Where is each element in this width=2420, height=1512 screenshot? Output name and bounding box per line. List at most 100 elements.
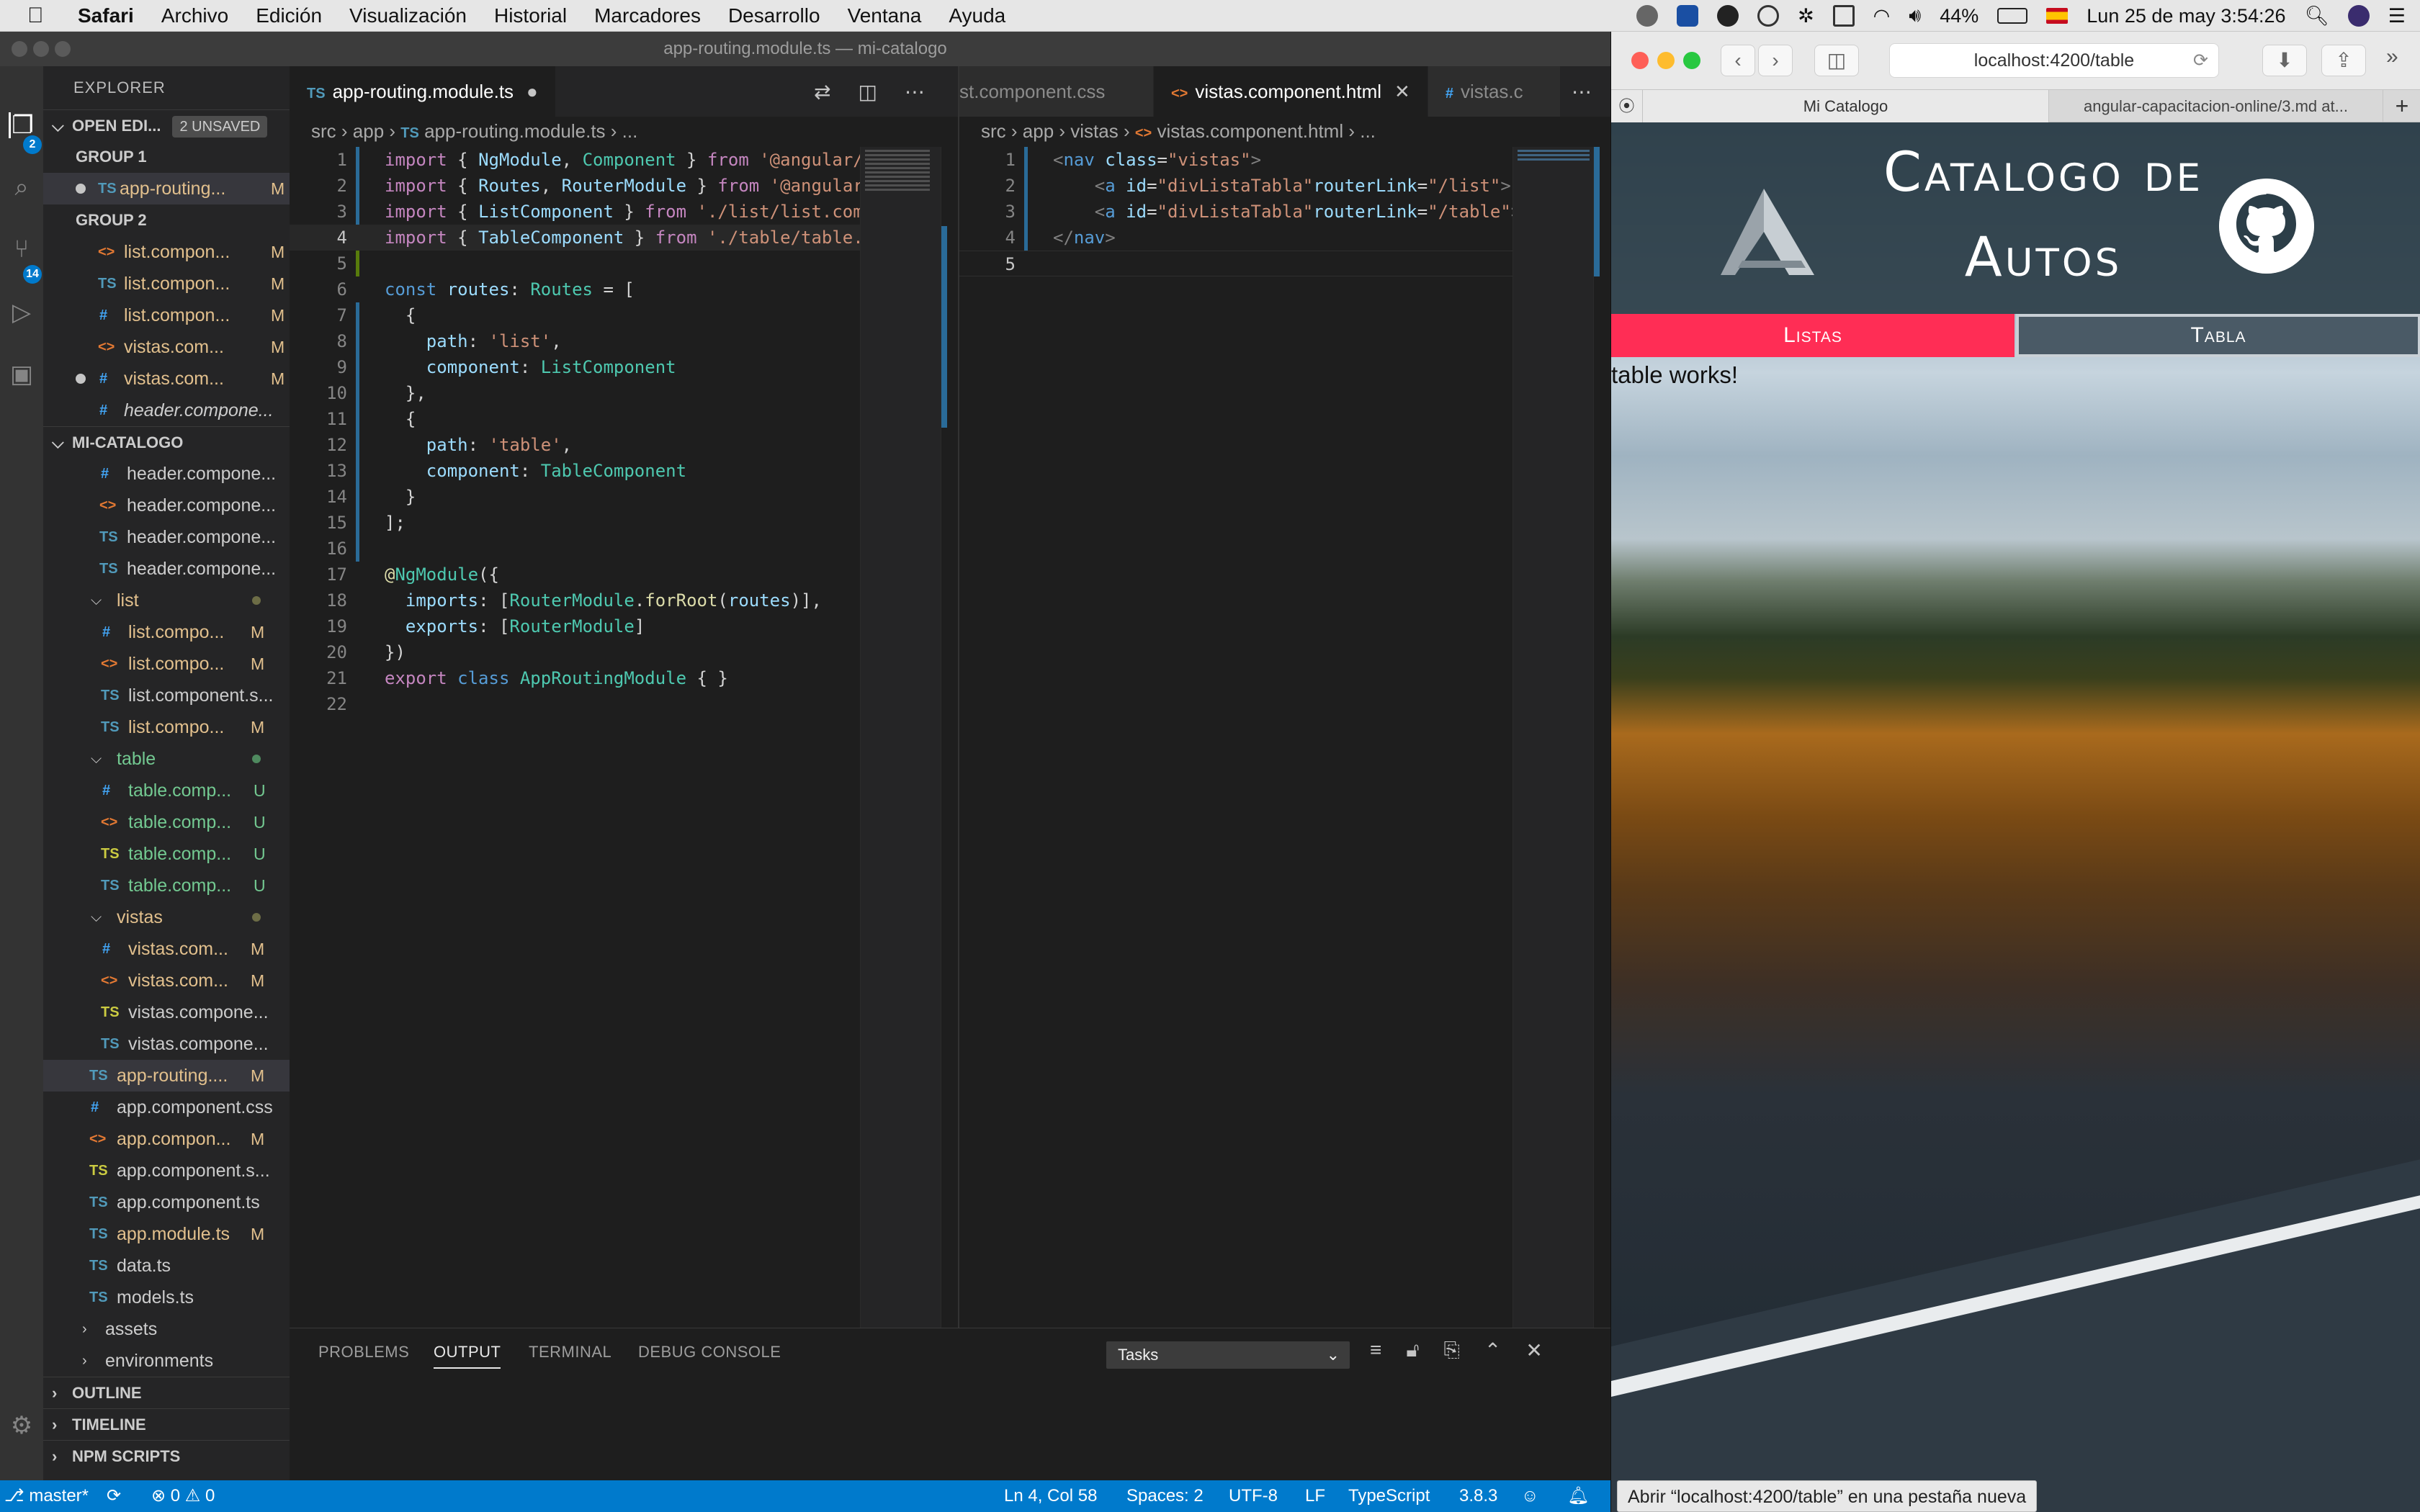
file-item[interactable]: # list.compo... M <box>43 616 290 648</box>
file-item[interactable]: TS header.compone... <box>43 553 290 585</box>
open-editors-section[interactable]: ⌵ OPEN EDI... 2 UNSAVED <box>43 109 290 141</box>
split-editor-icon[interactable]: ◫ <box>858 80 877 104</box>
nav-link-tabla[interactable]: Tabla <box>2016 314 2420 357</box>
file-item[interactable]: <> app.compon... M <box>43 1123 290 1155</box>
tab-terminal[interactable]: TERMINAL <box>529 1328 611 1376</box>
window-zoom-button[interactable] <box>1683 52 1700 69</box>
folder-table[interactable]: ⌵ table <box>43 743 290 775</box>
file-item[interactable]: <> list.compo... M <box>43 648 290 680</box>
tab-list-component-css[interactable]: st.component.css <box>959 66 1154 117</box>
scrollbar-1[interactable] <box>941 147 958 1328</box>
close-icon[interactable]: ✕ <box>1394 81 1410 102</box>
file-item[interactable]: <> header.compone... <box>43 490 290 521</box>
explorer-icon[interactable]: ❐ <box>9 112 35 138</box>
lock-scroll-icon[interactable]: 🔓︎ <box>1406 1338 1419 1362</box>
window-close-button[interactable] <box>12 41 27 57</box>
tab-debug-console[interactable]: DEBUG CONSOLE <box>638 1328 781 1376</box>
file-item[interactable]: TS models.ts <box>43 1282 290 1313</box>
open-editor-item[interactable]: <> list.compon... M <box>43 236 290 268</box>
file-item-selected[interactable]: TS app-routing.... M <box>43 1060 290 1092</box>
tab-problems[interactable]: PROBLEMS <box>318 1328 409 1376</box>
teamviewer-icon[interactable] <box>1677 5 1699 27</box>
volume-icon[interactable]: 🔊︎ <box>1909 4 1921 27</box>
breadcrumb-item[interactable]: src <box>981 120 1006 142</box>
group-1-header[interactable]: GROUP 1 <box>43 141 290 173</box>
project-section[interactable]: ⌵ MI-CATALOGO <box>43 426 290 458</box>
code-editor-1[interactable]: 1 import { NgModule, Component } from '@a… <box>290 147 860 1328</box>
menu-desarrollo[interactable]: Desarrollo <box>728 4 820 27</box>
scrollbar-2[interactable] <box>1593 147 1610 1328</box>
file-item[interactable]: TS vistas.compone... <box>43 1028 290 1060</box>
compare-changes-icon[interactable]: ⇄ <box>814 80 830 104</box>
share-icon[interactable]: ⇪ <box>2321 45 2366 76</box>
tab-mi-catalogo[interactable]: Mi Catalogo <box>1643 90 2049 122</box>
battery-percentage[interactable]: 44% <box>1940 5 1978 27</box>
timeline-section[interactable]: › TIMELINE <box>43 1408 290 1440</box>
tab-vistas-html[interactable]: <> vistas.component.html ✕ <box>1154 66 1428 117</box>
notification-center-icon[interactable]: ☰ <box>2388 5 2406 27</box>
file-item[interactable]: TS list.component.s... <box>43 680 290 711</box>
breadcrumb-item[interactable]: ... <box>622 120 638 142</box>
bold-b-icon[interactable] <box>1717 5 1739 27</box>
github-icon[interactable] <box>2219 179 2314 274</box>
wifi-icon[interactable]: ◠ <box>1873 5 1891 27</box>
group-2-header[interactable]: GROUP 2 <box>43 204 290 236</box>
outline-section[interactable]: › OUTLINE <box>43 1377 290 1408</box>
clear-output-icon[interactable]: ≡ <box>1370 1338 1381 1362</box>
file-item[interactable]: <> table.comp... U <box>43 806 290 838</box>
indentation[interactable]: Spaces: 2 <box>1126 1480 1204 1512</box>
folder-vistas[interactable]: ⌵ vistas <box>43 901 290 933</box>
settings-gear-icon[interactable]: ⚙ <box>9 1413 35 1439</box>
feedback-icon[interactable]: ☺ <box>1521 1480 1539 1512</box>
file-item[interactable]: TS table.comp... U <box>43 870 290 901</box>
breadcrumb-item[interactable]: app <box>1023 120 1054 142</box>
file-item[interactable]: TS app.component.s... <box>43 1155 290 1187</box>
window-zoom-button[interactable] <box>55 41 71 57</box>
tab-github-md[interactable]: angular-capacitacion-online/3.md at... <box>2049 90 2383 122</box>
bluetooth-icon[interactable]: ✲ <box>1798 5 1814 27</box>
breadcrumb-item[interactable]: vistas <box>1070 120 1118 142</box>
site-logo-icon[interactable] <box>1721 189 1814 275</box>
breadcrumb-item[interactable]: vistas.component.html <box>1157 120 1343 142</box>
reload-icon[interactable]: ⟳ <box>2193 44 2208 77</box>
apple-icon[interactable]:  <box>27 4 56 28</box>
minimap-2[interactable] <box>1512 147 1593 1328</box>
menubar-clock[interactable]: Lun 25 de may 3:54:26 <box>2087 5 2285 27</box>
file-item[interactable]: TS vistas.compone... <box>43 996 290 1028</box>
file-item[interactable]: # app.component.css <box>43 1092 290 1123</box>
open-editor-item[interactable]: TS list.compon... M <box>43 268 290 300</box>
cursor-position[interactable]: Ln 4, Col 58 <box>1004 1480 1097 1512</box>
breadcrumb-item[interactable]: ... <box>1360 120 1376 142</box>
folder-list[interactable]: ⌵ list <box>43 585 290 616</box>
sidebar-toggle-icon[interactable]: ◫ <box>1814 45 1859 76</box>
file-item[interactable]: <> vistas.com... M <box>43 965 290 996</box>
file-item[interactable]: TS header.compone... <box>43 521 290 553</box>
open-editor-item[interactable]: # vistas.com... M <box>43 363 290 395</box>
creative-cloud-icon[interactable] <box>1636 5 1659 27</box>
siri-icon[interactable] <box>2347 5 2370 27</box>
file-item[interactable]: # vistas.com... M <box>43 933 290 965</box>
tab-vistas-css[interactable]: # vistas.c <box>1428 66 1572 117</box>
battery-icon[interactable] <box>1997 8 2028 24</box>
output-channel-select[interactable]: Tasks ⌄ <box>1106 1341 1350 1369</box>
typescript-version[interactable]: 3.8.3 <box>1459 1480 1497 1512</box>
unsaved-dot-icon[interactable] <box>76 184 86 194</box>
open-editor-item[interactable]: # header.compone... <box>43 395 290 426</box>
more-actions-icon[interactable]: ⋯ <box>905 80 925 104</box>
more-toolbar-icon[interactable]: » <box>2386 45 2398 69</box>
file-item[interactable]: TS app.component.ts <box>43 1187 290 1218</box>
menu-archivo[interactable]: Archivo <box>161 4 228 27</box>
address-bar[interactable]: localhost:4200/table ⟳ <box>1889 43 2219 78</box>
breadcrumb-item[interactable]: app-routing.module.ts <box>424 120 605 142</box>
time-machine-icon[interactable] <box>1757 5 1780 27</box>
menu-ayuda[interactable]: Ayuda <box>949 4 1005 27</box>
tab-app-routing[interactable]: TS app-routing.module.ts ● <box>290 66 556 117</box>
file-item[interactable]: # table.comp... U <box>43 775 290 806</box>
new-tab-button[interactable]: + <box>2383 90 2420 122</box>
open-log-icon[interactable]: ⎘ <box>1444 1338 1460 1362</box>
window-close-button[interactable] <box>1631 52 1649 69</box>
scrollbar-thumb[interactable] <box>941 226 947 428</box>
open-editor-item[interactable]: # list.compon... M <box>43 300 290 331</box>
menu-historial[interactable]: Historial <box>494 4 567 27</box>
encoding[interactable]: UTF-8 <box>1229 1480 1278 1512</box>
